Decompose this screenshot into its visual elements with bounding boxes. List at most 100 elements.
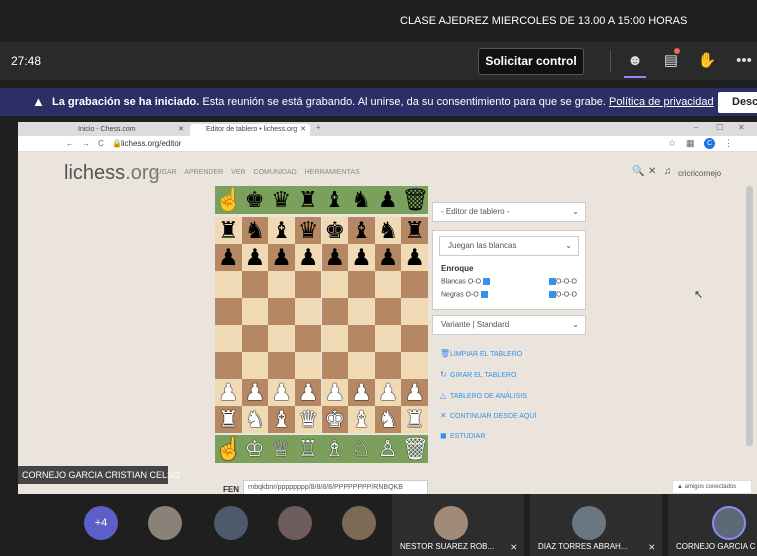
spare-piece[interactable]: ♖	[295, 436, 321, 462]
board-square[interactable]	[241, 298, 269, 325]
black-piece[interactable]: ♟	[375, 244, 402, 271]
board-square[interactable]	[294, 271, 322, 298]
forward-icon[interactable]: →	[82, 139, 90, 148]
lichess-logo[interactable]: lichess.org	[64, 162, 160, 185]
nav-aprender[interactable]: APRENDER	[184, 169, 223, 176]
spare-piece[interactable]: ♘	[348, 436, 374, 462]
request-control-button[interactable]: Solicitar control	[478, 48, 584, 75]
spare-piece[interactable]: ♕	[268, 436, 294, 462]
maximize-icon[interactable]: ☐	[716, 123, 723, 132]
white-piece[interactable]: ♟	[375, 379, 402, 406]
extension-icon[interactable]: ▦	[686, 138, 695, 149]
black-piece[interactable]: ♝	[348, 217, 375, 244]
variant-select[interactable]: Variante | Standard ⌄	[432, 315, 586, 335]
close-icon[interactable]: ✕	[178, 124, 184, 136]
board-square[interactable]	[321, 298, 349, 325]
browser-tab-lichess[interactable]: Editor de tablero • lichess.org ✕	[190, 124, 310, 136]
board-square[interactable]	[268, 271, 295, 298]
scrollbar[interactable]	[746, 186, 753, 446]
board-square[interactable]	[268, 352, 295, 379]
spare-piece[interactable]: ♙	[375, 436, 401, 462]
participants-icon[interactable]: ☻	[624, 50, 646, 72]
close-icon[interactable]: ✕	[300, 124, 306, 136]
more-participants-button[interactable]: +4	[84, 506, 118, 540]
board-square[interactable]	[241, 352, 269, 379]
participant-tile[interactable]: DIAZ TORRES ABRAH... ⨯	[530, 494, 662, 556]
url-text[interactable]: lichess.org/editor	[121, 139, 181, 148]
black-piece[interactable]: ♜	[401, 217, 428, 244]
white-piece[interactable]: ♟	[322, 379, 349, 406]
white-long-castle[interactable]: O-O-O	[547, 278, 577, 285]
white-piece[interactable]: ♝	[268, 406, 295, 433]
spare-piece[interactable]: 🗑	[401, 187, 429, 213]
star-icon[interactable]: ☆	[668, 138, 676, 149]
analysis-board-button[interactable]: △ TABLERO DE ANÁLISIS	[440, 391, 527, 400]
participant-avatar[interactable]	[214, 506, 248, 540]
participant-avatar[interactable]	[342, 506, 376, 540]
spare-piece[interactable]: 🗑	[401, 436, 429, 462]
board-square[interactable]	[321, 271, 349, 298]
black-piece[interactable]: ♟	[268, 244, 295, 271]
privacy-policy-link[interactable]: Política de privacidad	[609, 96, 714, 108]
spare-piece[interactable]: ♝	[322, 187, 348, 213]
board-square[interactable]	[401, 298, 428, 325]
nav-herramientas[interactable]: HERRAMIENTAS	[305, 169, 360, 176]
white-piece[interactable]: ♞	[242, 406, 269, 433]
spare-piece[interactable]: ☝	[215, 436, 242, 462]
black-piece[interactable]: ♟	[401, 244, 428, 271]
white-piece[interactable]: ♟	[348, 379, 375, 406]
reload-icon[interactable]: C	[98, 139, 104, 148]
black-piece[interactable]: ♚	[322, 217, 349, 244]
white-piece[interactable]: ♚	[322, 406, 349, 433]
friends-online-button[interactable]: ▲ amigos conectados	[672, 480, 752, 494]
study-button[interactable]: ◼ ESTUDIAR	[440, 431, 485, 440]
participant-avatar[interactable]	[278, 506, 312, 540]
board-square[interactable]	[215, 271, 242, 298]
white-piece[interactable]: ♜	[215, 406, 242, 433]
spare-piece[interactable]: ☝	[215, 187, 242, 213]
spare-piece[interactable]: ♛	[268, 187, 294, 213]
black-piece[interactable]: ♞	[242, 217, 269, 244]
spare-piece[interactable]: ♜	[295, 187, 321, 213]
menu-icon[interactable]: ⋮	[724, 138, 733, 149]
back-icon[interactable]: ←	[66, 139, 74, 148]
participant-tile-self[interactable]: CORNEJO GARCIA C	[668, 494, 757, 556]
nav-comunidad[interactable]: COMUNIDAD	[254, 169, 297, 176]
profile-avatar[interactable]: C	[704, 138, 715, 149]
white-piece[interactable]: ♜	[401, 406, 428, 433]
black-piece[interactable]: ♟	[295, 244, 322, 271]
flip-board-button[interactable]: ↻ GIRAR EL TABLERO	[440, 370, 516, 379]
turn-select[interactable]: Juegan las blancas ⌄	[439, 236, 579, 256]
board-square[interactable]	[401, 325, 428, 352]
board-square[interactable]	[374, 325, 402, 352]
board-square[interactable]	[321, 325, 349, 352]
black-piece[interactable]: ♝	[268, 217, 295, 244]
editor-select[interactable]: - Editor de tablero - ⌄	[432, 202, 586, 222]
close-icon[interactable]: ✕	[648, 166, 656, 177]
clear-board-button[interactable]: 🗑LIMPIAR EL TABLERO	[440, 349, 522, 358]
dismiss-button[interactable]: Desc	[718, 92, 757, 113]
black-piece[interactable]: ♟	[348, 244, 375, 271]
raise-hand-icon[interactable]: ✋	[696, 50, 718, 72]
board-square[interactable]	[401, 271, 428, 298]
participant-tile[interactable]: NESTOR SUAREZ ROB... ⨯	[392, 494, 524, 556]
white-piece[interactable]: ♟	[242, 379, 269, 406]
board-square[interactable]	[241, 325, 269, 352]
nav-jugar[interactable]: JUGAR	[153, 169, 177, 176]
participant-avatar[interactable]	[148, 506, 182, 540]
board-square[interactable]	[348, 325, 375, 352]
spare-piece[interactable]: ♟	[375, 187, 401, 213]
black-piece[interactable]: ♜	[215, 217, 242, 244]
bell-icon[interactable]: ♫	[664, 166, 672, 177]
board-square[interactable]	[294, 325, 322, 352]
close-window-icon[interactable]: ✕	[738, 123, 745, 132]
minimize-icon[interactable]: –	[694, 123, 698, 132]
board-square[interactable]	[348, 352, 375, 379]
white-piece[interactable]: ♝	[348, 406, 375, 433]
new-tab-icon[interactable]: +	[316, 123, 321, 132]
board-square[interactable]	[268, 298, 295, 325]
white-short-castle[interactable]: Blancas O-O	[441, 278, 491, 285]
white-piece[interactable]: ♟	[401, 379, 428, 406]
board-square[interactable]	[294, 352, 322, 379]
chess-board[interactable]: ♜ ♞ ♝ ♛ ♚ ♝ ♞ ♜ ♟ ♟ ♟ ♟ ♟ ♟ ♟ ♟ ♟ ♟ ♟ ♟ ♟ ♟ ♟ ♟ ♜ ♞ ♝ ♛ ♚ ♝ ♞ ♜	[215, 217, 428, 433]
